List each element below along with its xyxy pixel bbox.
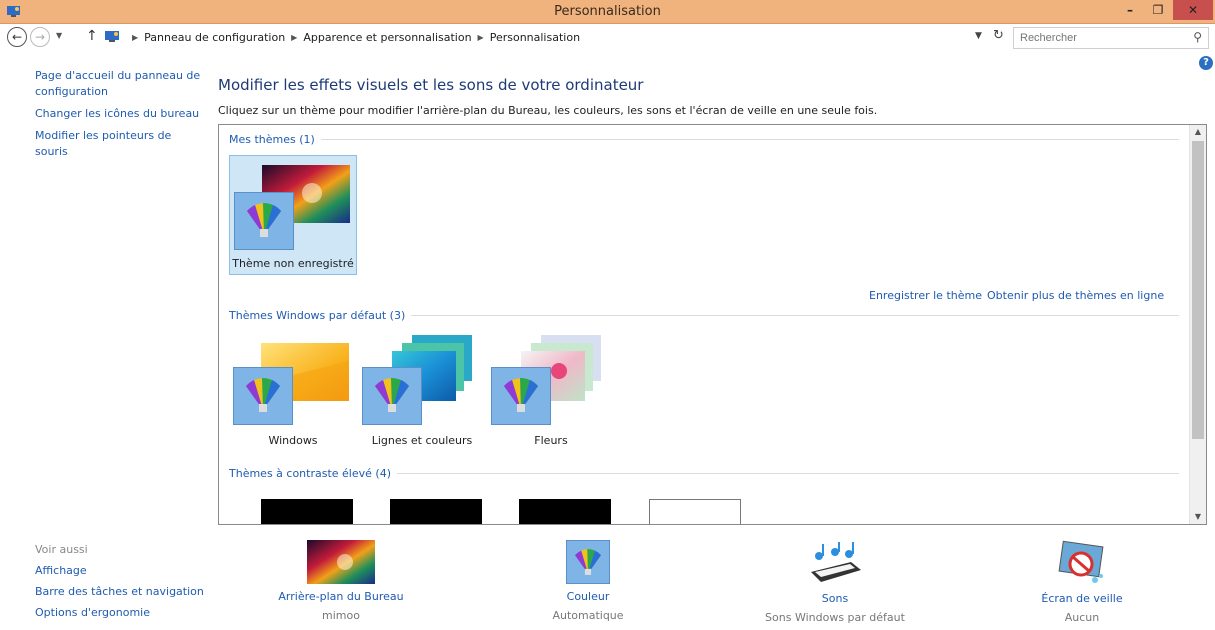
theme-unsaved[interactable]: Thème non enregistré — [229, 155, 357, 275]
theme-label: Fleurs — [534, 434, 568, 447]
taskbar-navigation-link[interactable]: Barre des tâches et navigation — [35, 585, 205, 598]
left-pane: Page d'accueil du panneau de configurati… — [35, 68, 205, 166]
control-panel-icon — [105, 31, 119, 42]
forward-arrow-icon[interactable]: → — [30, 27, 50, 47]
display-link[interactable]: Affichage — [35, 564, 205, 577]
change-desktop-icons-link[interactable]: Changer les icônes du bureau — [35, 106, 205, 122]
theme-label: Lignes et couleurs — [371, 434, 473, 447]
save-theme-link[interactable]: Enregistrer le thème — [869, 289, 982, 302]
default-themes-header: Thèmes Windows par défaut (3) — [229, 309, 1179, 322]
control-panel-home-link[interactable]: Page d'accueil du panneau de configurati… — [35, 68, 205, 100]
breadcrumb-separator-icon: ▶ — [132, 32, 139, 42]
breadcrumb-item[interactable]: Apparence et personnalisation — [303, 31, 471, 44]
setting-value: Aucun — [1064, 611, 1100, 624]
setting-value: mimoo — [322, 609, 360, 622]
galaxy-wallpaper-icon — [307, 540, 375, 584]
theme-label: Windows — [268, 434, 318, 447]
screen-saver-setting[interactable]: Écran de veille Aucun — [1002, 540, 1162, 624]
history-dropdown-icon[interactable]: ▼ — [56, 31, 62, 40]
theme-high-contrast-white[interactable] — [649, 499, 741, 524]
theme-list: Mes thèmes (1) Thème non enregistré Enre… — [218, 124, 1207, 525]
scroll-down-icon[interactable]: ▼ — [1190, 510, 1206, 524]
scroll-up-icon[interactable]: ▲ — [1190, 125, 1206, 139]
theme-high-contrast-1[interactable] — [261, 499, 353, 524]
setting-label[interactable]: Arrière-plan du Bureau — [261, 590, 421, 603]
page-subtitle: Cliquez sur un thème pour modifier l'arr… — [218, 104, 878, 117]
help-icon[interactable]: ? — [1199, 56, 1213, 70]
search-icon[interactable]: ⚲ — [1193, 30, 1202, 44]
color-palette-icon — [362, 367, 422, 425]
minimize-button[interactable]: – — [1117, 0, 1143, 20]
desktop-background-setting[interactable]: Arrière-plan du Bureau mimoo — [261, 540, 421, 622]
color-palette-icon — [233, 367, 293, 425]
section-title: Thèmes Windows par défaut (3) — [229, 309, 406, 322]
breadcrumb-item[interactable]: Personnalisation — [490, 31, 580, 44]
theme-label: Thème non enregistré — [232, 257, 354, 270]
sounds-setting[interactable]: Sons Sons Windows par défaut — [755, 540, 915, 624]
vertical-scrollbar[interactable]: ▲ ▼ — [1189, 125, 1206, 524]
address-bar: ← → ▼ ↑ ▶ Panneau de configuration ▶ App… — [0, 24, 1215, 52]
setting-value: Automatique — [552, 609, 624, 622]
color-setting[interactable]: Couleur Automatique — [508, 540, 668, 622]
close-button[interactable]: ✕ — [1173, 0, 1213, 20]
breadcrumb: ▶ Panneau de configuration ▶ Apparence e… — [104, 26, 994, 48]
up-arrow-icon[interactable]: ↑ — [86, 28, 98, 44]
color-palette-icon — [491, 367, 551, 425]
setting-label[interactable]: Écran de veille — [1002, 592, 1162, 605]
breadcrumb-item[interactable]: Panneau de configuration — [144, 31, 285, 44]
high-contrast-header: Thèmes à contraste élevé (4) — [229, 467, 1179, 480]
get-more-themes-link[interactable]: Obtenir plus de thèmes en ligne — [987, 289, 1164, 302]
back-arrow-icon[interactable]: ← — [7, 27, 27, 47]
setting-label[interactable]: Couleur — [508, 590, 668, 603]
see-also-section: Voir aussi Affichage Barre des tâches et… — [35, 543, 205, 627]
sounds-keyboard-icon — [811, 542, 861, 582]
theme-flowers[interactable]: Fleurs — [487, 331, 615, 451]
scroll-thumb[interactable] — [1192, 141, 1204, 439]
section-title: Mes thèmes (1) — [229, 133, 315, 146]
theme-high-contrast-3[interactable] — [519, 499, 611, 524]
change-mouse-pointers-link[interactable]: Modifier les pointeurs de souris — [35, 128, 205, 160]
address-dropdown-icon[interactable]: ▼ — [975, 31, 982, 41]
theme-high-contrast-2[interactable] — [390, 499, 482, 524]
breadcrumb-separator-icon: ▶ — [477, 32, 484, 42]
theme-lines-colors[interactable]: Lignes et couleurs — [358, 331, 486, 451]
search-input[interactable] — [1020, 30, 1170, 46]
setting-value: Sons Windows par défaut — [765, 611, 905, 624]
breadcrumb-separator-icon: ▶ — [291, 32, 298, 42]
search-box[interactable]: ⚲ — [1013, 27, 1209, 49]
window-title: Personnalisation — [554, 4, 661, 19]
refresh-icon[interactable]: ↻ — [993, 28, 1004, 43]
maximize-button[interactable]: ❐ — [1145, 0, 1171, 20]
see-also-header: Voir aussi — [35, 543, 88, 556]
setting-label[interactable]: Sons — [755, 592, 915, 605]
color-palette-icon — [234, 192, 294, 250]
page-title: Modifier les effets visuels et les sons … — [218, 76, 644, 94]
title-bar: Personnalisation – ❐ ✕ — [0, 0, 1215, 24]
section-title: Thèmes à contraste élevé (4) — [229, 467, 391, 480]
screen-saver-icon — [1058, 540, 1104, 583]
ease-of-access-link[interactable]: Options d'ergonomie — [35, 606, 205, 619]
my-themes-header: Mes thèmes (1) — [229, 133, 1179, 146]
theme-windows[interactable]: Windows — [229, 331, 357, 451]
color-palette-icon — [566, 540, 610, 584]
